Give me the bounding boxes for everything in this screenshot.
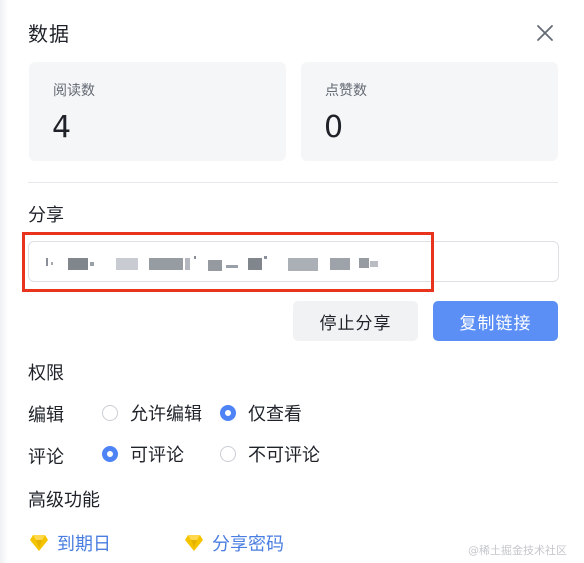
can-comment-radio[interactable]: 可评论 — [102, 441, 184, 467]
expiry-date-feature[interactable]: 到期日 — [29, 530, 111, 556]
permissions-section-label: 权限 — [28, 363, 64, 384]
stop-sharing-button[interactable]: 停止分享 — [293, 301, 418, 341]
close-icon — [537, 25, 553, 41]
share-password-label: 分享密码 — [212, 534, 284, 555]
comment-permission-label: 评论 — [28, 447, 64, 468]
share-data-dialog: 数据 阅读数 4 点赞数 0 分享 停止分享 复制链接 权限 编辑 允许编辑 仅… — [0, 0, 584, 563]
cannot-comment-label: 不可评论 — [248, 445, 320, 466]
close-button[interactable] — [533, 21, 557, 45]
radio-unchecked-icon — [102, 405, 118, 421]
edit-permission-label: 编辑 — [28, 405, 64, 426]
share-password-feature[interactable]: 分享密码 — [184, 530, 284, 556]
advanced-section-label: 高级功能 — [28, 490, 100, 511]
cannot-comment-radio[interactable]: 不可评论 — [220, 441, 320, 467]
diamond-icon — [30, 535, 48, 551]
radio-unchecked-icon — [220, 446, 236, 462]
like-count-card: 点赞数 0 — [301, 62, 558, 161]
like-count-label: 点赞数 — [325, 83, 367, 99]
like-count-value: 0 — [324, 110, 344, 145]
watermark-text: @稀土掘金技术社区 — [468, 544, 567, 557]
read-count-value: 4 — [52, 110, 72, 145]
section-divider — [28, 182, 558, 183]
copy-link-button[interactable]: 复制链接 — [433, 301, 558, 341]
read-count-card: 阅读数 4 — [29, 62, 286, 161]
view-only-radio[interactable]: 仅查看 — [220, 400, 302, 426]
dialog-shadow-edge — [0, 0, 8, 563]
radio-checked-icon — [102, 446, 118, 462]
allow-edit-radio[interactable]: 允许编辑 — [102, 400, 202, 426]
share-section-label: 分享 — [28, 205, 64, 226]
view-only-label: 仅查看 — [248, 404, 302, 425]
allow-edit-label: 允许编辑 — [130, 404, 202, 425]
dialog-title: 数据 — [28, 22, 70, 46]
diamond-icon — [185, 535, 203, 551]
can-comment-label: 可评论 — [130, 445, 184, 466]
link-highlight-box — [22, 232, 434, 292]
expiry-date-label: 到期日 — [57, 534, 111, 555]
read-count-label: 阅读数 — [53, 83, 95, 99]
radio-checked-icon — [220, 405, 236, 421]
